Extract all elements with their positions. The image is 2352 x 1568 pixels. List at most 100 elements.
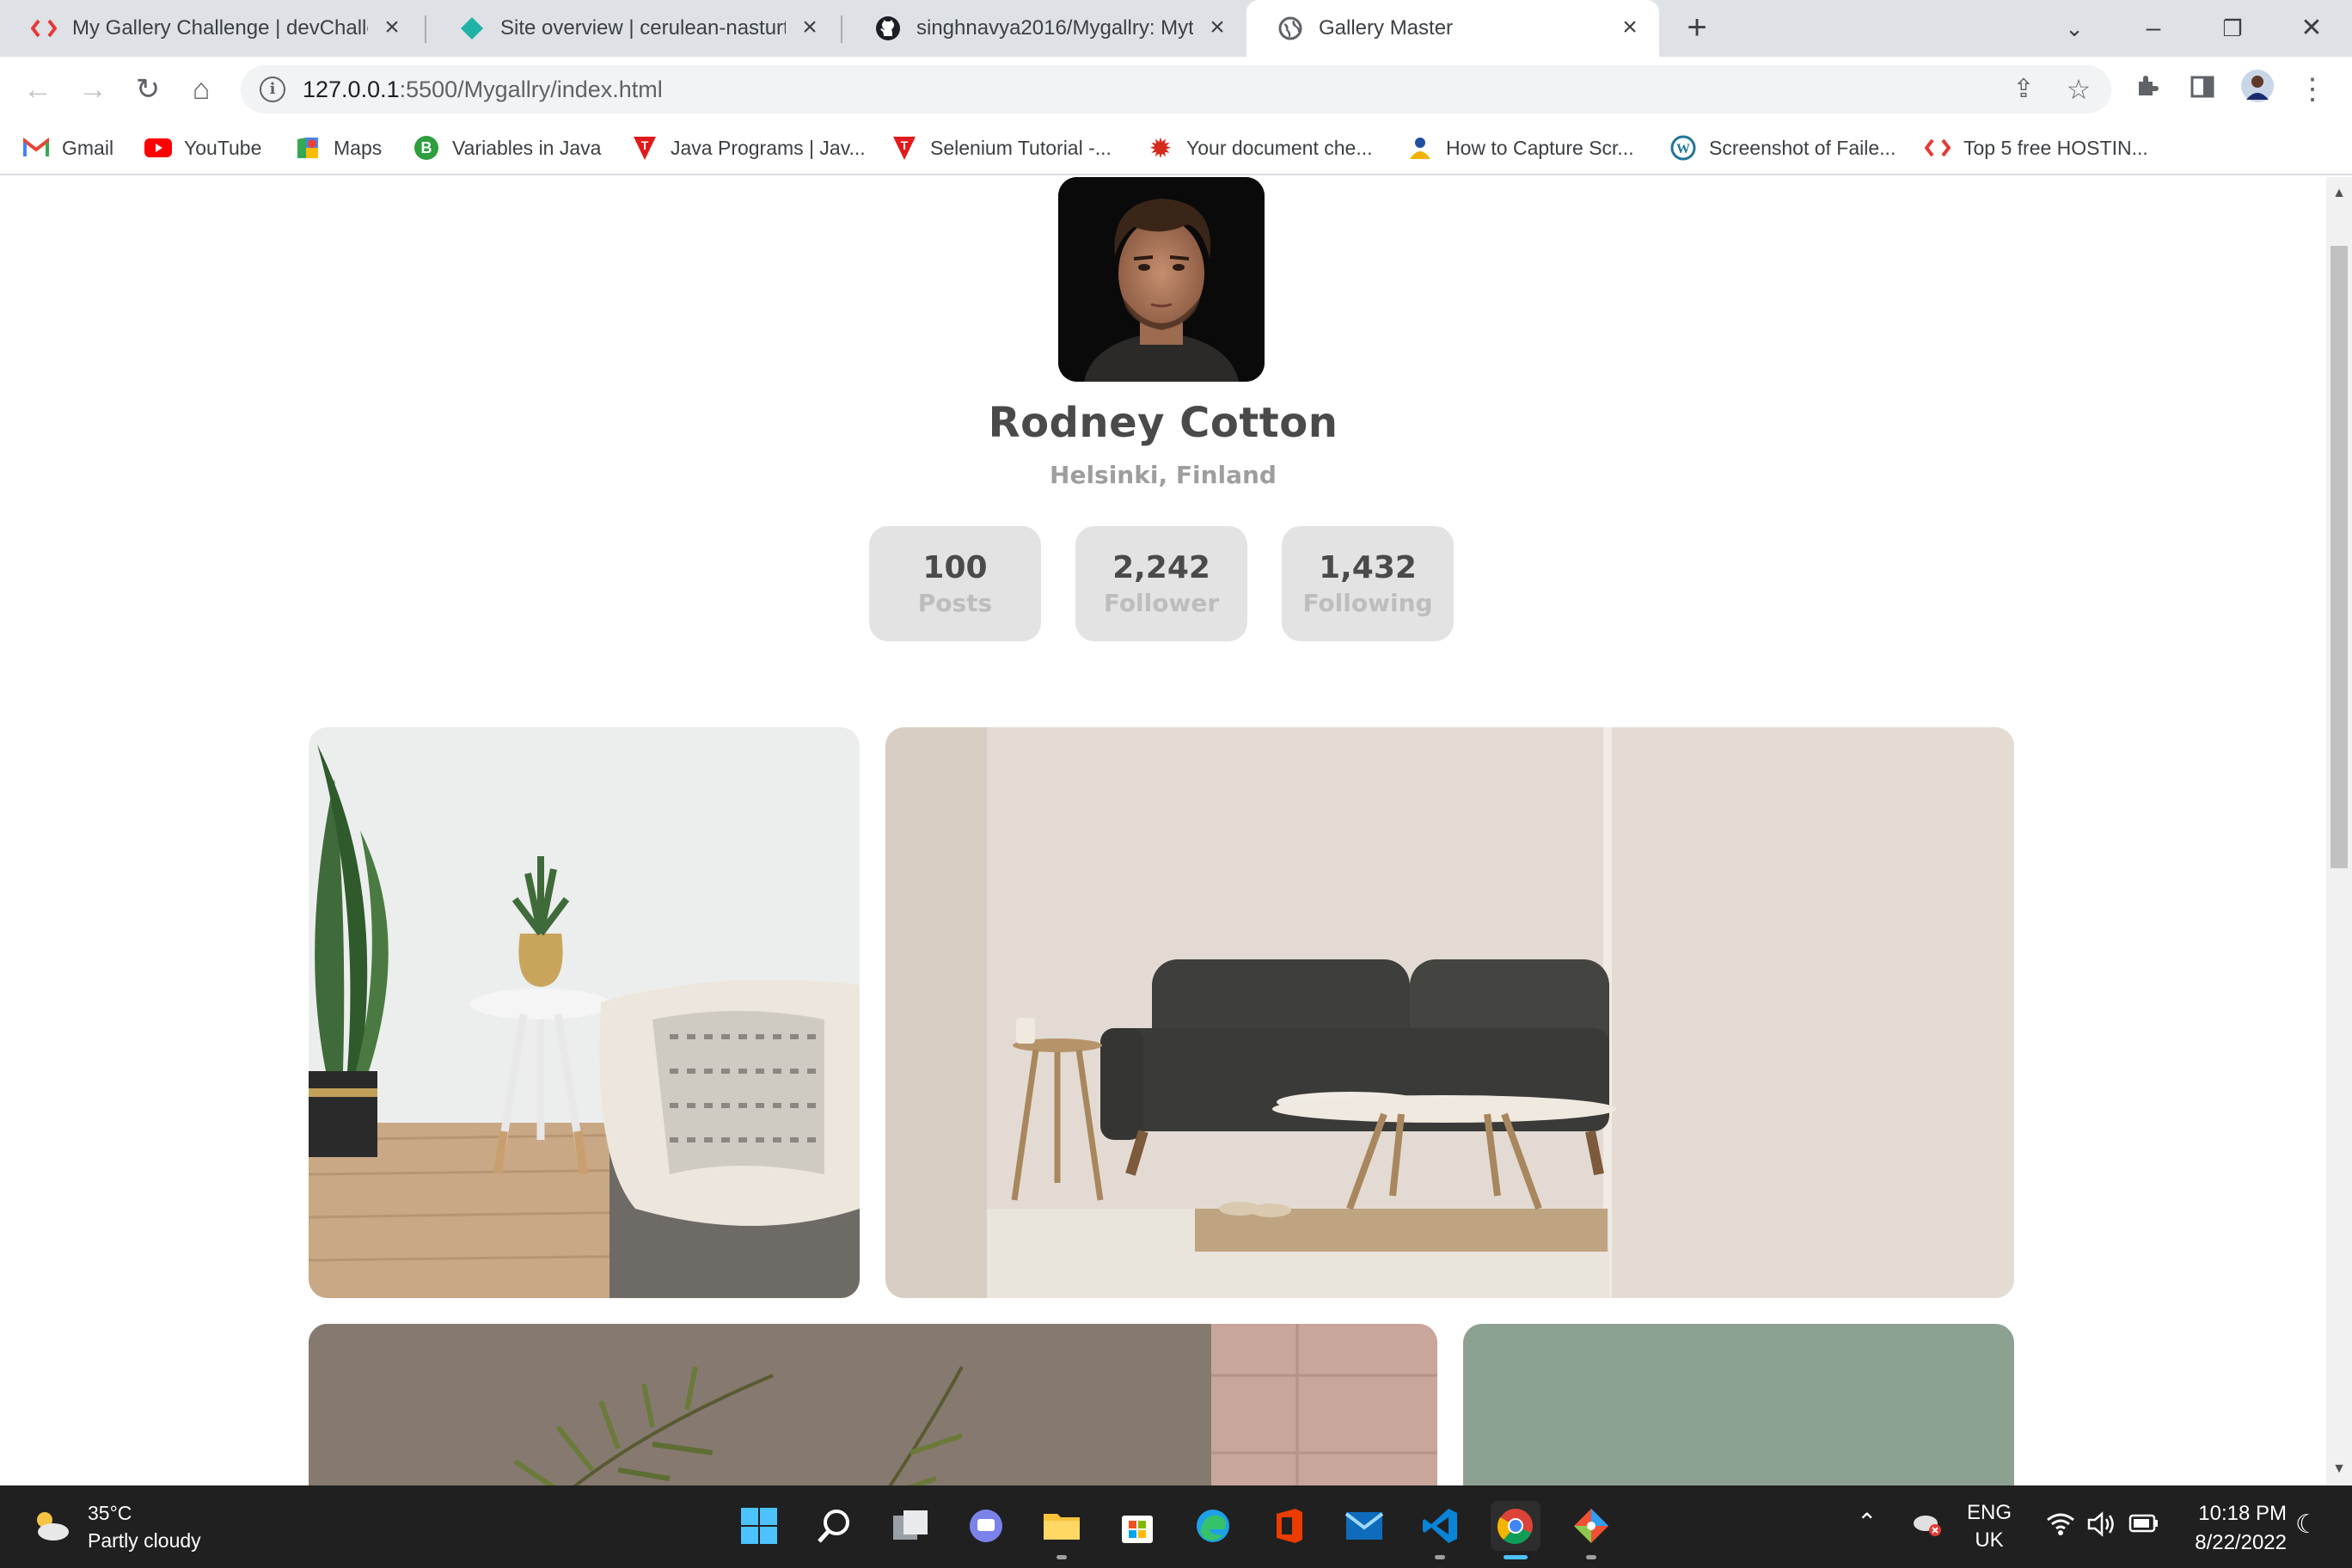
bookmark-variables-in-java[interactable]: B Variables in Java [413, 132, 601, 163]
weather-widget[interactable]: 35°C Partly cloudy [31, 1499, 201, 1554]
tab-title: My Gallery Challenge | devChallenges [72, 16, 368, 40]
input-language-indicator[interactable]: ENG UK [1967, 1499, 2012, 1554]
profile-location: Helsinki, Finland [1050, 461, 1277, 489]
close-tab-icon[interactable]: × [796, 15, 824, 42]
bookmark-t-icon: T [891, 134, 918, 162]
page-scrollbar[interactable]: ▲ ▼ [2326, 177, 2352, 1485]
tab-separator [425, 15, 426, 43]
windows-taskbar: 35°C Partly cloudy ⌃ ENG UK 10:18 PM 8/2… [0, 1485, 2352, 1568]
devchallenges-icon [1924, 134, 1951, 162]
stat-label: Following [1302, 589, 1433, 617]
profile-name: Rodney Cotton [988, 399, 1338, 447]
chrome-icon[interactable] [1491, 1501, 1540, 1559]
bookmark-screenshot-failed[interactable]: W Screenshot of Faile... [1669, 132, 1896, 163]
bookmark-youtube[interactable]: YouTube [144, 132, 261, 163]
scroll-down-arrow-icon[interactable]: ▼ [2326, 1456, 2352, 1482]
tab-site-overview[interactable]: Site overview | cerulean-nasturtium × [428, 0, 839, 57]
close-window-button[interactable]: ✕ [2290, 7, 2333, 50]
gallery-photo-sage-wall[interactable] [1463, 1324, 2014, 1485]
bookmark-star-icon[interactable]: ☆ [2058, 69, 2099, 110]
github-icon [875, 15, 901, 41]
url-text: 127.0.0.1:5500/Mygallry/index.html [303, 76, 663, 102]
show-hidden-icons-chevron-icon[interactable]: ⌃ [1857, 1508, 1877, 1536]
weather-desc: Partly cloudy [88, 1529, 201, 1552]
tab-title: Gallery Master [1319, 16, 1454, 40]
tab-separator [841, 15, 842, 43]
do-not-disturb-moon-icon[interactable]: ☾ [2295, 1510, 2318, 1540]
profile-avatar-icon[interactable] [2237, 69, 2278, 110]
maple-leaf-icon: ✹ [1150, 134, 1171, 162]
edge-browser-icon[interactable] [1188, 1501, 1238, 1551]
close-tab-icon[interactable]: × [378, 15, 406, 42]
bookmark-b-icon: B [413, 134, 440, 162]
onedrive-error-icon[interactable] [1912, 1511, 1943, 1543]
browser-tab-bar: My Gallery Challenge | devChallenges × S… [0, 0, 2352, 57]
vscode-icon[interactable] [1415, 1501, 1465, 1559]
bookmark-gmail[interactable]: Gmail [22, 132, 113, 163]
scroll-up-arrow-icon[interactable]: ▲ [2326, 181, 2352, 206]
gmail-icon [22, 134, 50, 162]
clock[interactable]: 10:18 PM 8/22/2022 [2175, 1499, 2287, 1558]
minimize-button[interactable]: – [2132, 7, 2175, 50]
gallery-photo-plant-stool[interactable] [309, 727, 860, 1298]
close-tab-icon[interactable]: × [1616, 15, 1644, 42]
address-bar[interactable]: i 127.0.0.1:5500/Mygallry/index.html [241, 65, 2111, 113]
close-tab-icon[interactable]: × [1204, 15, 1231, 42]
back-button[interactable]: ← [15, 67, 60, 112]
svg-text:W: W [1676, 142, 1690, 156]
gallery-photo-dark-sofa[interactable] [885, 727, 2014, 1298]
bookmarks-bar: Gmail YouTube Maps B Variables in Java T… [0, 122, 2352, 175]
share-icon[interactable]: ⇪ [2003, 69, 2044, 110]
bookmark-java-programs[interactable]: T Java Programs | Jav... [631, 132, 866, 163]
partly-cloudy-icon [31, 1508, 70, 1547]
gallery-photo-palm-wall[interactable] [309, 1324, 1437, 1485]
teams-chat-icon[interactable] [961, 1501, 1011, 1551]
bookmark-maps[interactable]: Maps [294, 132, 382, 163]
maps-icon [294, 134, 322, 162]
bookmark-person-icon [1406, 134, 1434, 162]
task-view-icon[interactable] [885, 1501, 935, 1551]
microsoft-store-icon[interactable] [1112, 1501, 1162, 1551]
bookmark-how-to-capture[interactable]: How to Capture Scr... [1406, 132, 1634, 163]
mail-icon[interactable] [1339, 1501, 1389, 1551]
restore-button[interactable]: ❐ [2211, 7, 2254, 50]
bookmark-document-checker[interactable]: ✹ Your document che... [1147, 132, 1372, 163]
netlify-icon [459, 15, 485, 41]
search-icon[interactable] [810, 1501, 860, 1551]
stat-posts: 100 Posts [869, 526, 1041, 641]
side-panel-icon[interactable] [2182, 69, 2223, 110]
battery-icon[interactable] [2128, 1513, 2159, 1540]
home-button[interactable]: ⌂ [179, 67, 224, 112]
office-icon[interactable] [1264, 1501, 1314, 1551]
tab-gallery-master[interactable]: Gallery Master × [1246, 0, 1659, 57]
tab-github-repo[interactable]: singhnavya2016/Mygallry: Myteam × [844, 0, 1246, 57]
site-info-icon[interactable]: i [260, 77, 285, 102]
new-tab-button[interactable]: + [1676, 9, 1718, 50]
wordpress-icon: W [1669, 134, 1697, 162]
svg-text:T: T [641, 138, 649, 152]
stat-value: 2,242 [1112, 550, 1210, 585]
bookmark-selenium-tutorial[interactable]: T Selenium Tutorial -... [891, 132, 1112, 163]
stat-followers: 2,242 Follower [1075, 526, 1247, 641]
forward-button[interactable]: → [70, 67, 115, 112]
menu-kebab-icon[interactable]: ⋮ [2292, 69, 2333, 110]
tab-title: singhnavya2016/Mygallry: Myteam [916, 16, 1193, 40]
svg-text:T: T [901, 138, 909, 152]
svg-text:B: B [421, 139, 432, 156]
weather-temp: 35°C [88, 1502, 132, 1524]
extensions-icon[interactable] [2127, 69, 2168, 110]
git-client-icon[interactable] [1566, 1501, 1616, 1559]
reload-button[interactable]: ↻ [126, 67, 170, 112]
start-windows-icon[interactable] [734, 1501, 784, 1551]
scrollbar-thumb[interactable] [2331, 246, 2348, 868]
file-explorer-icon[interactable] [1037, 1501, 1087, 1559]
globe-icon [1277, 15, 1303, 41]
wifi-icon[interactable] [2046, 1511, 2075, 1543]
clock-time: 10:18 PM [2198, 1502, 2287, 1525]
volume-icon[interactable] [2087, 1511, 2116, 1543]
bookmark-t-icon: T [631, 134, 658, 162]
tab-search-chevron-icon[interactable]: ⌄ [2053, 7, 2096, 50]
tab-my-gallery-challenge[interactable]: My Gallery Challenge | devChallenges × [0, 0, 421, 57]
bookmark-top-5-hosting[interactable]: Top 5 free HOSTIN... [1924, 132, 2148, 163]
stat-value: 100 [922, 550, 988, 585]
